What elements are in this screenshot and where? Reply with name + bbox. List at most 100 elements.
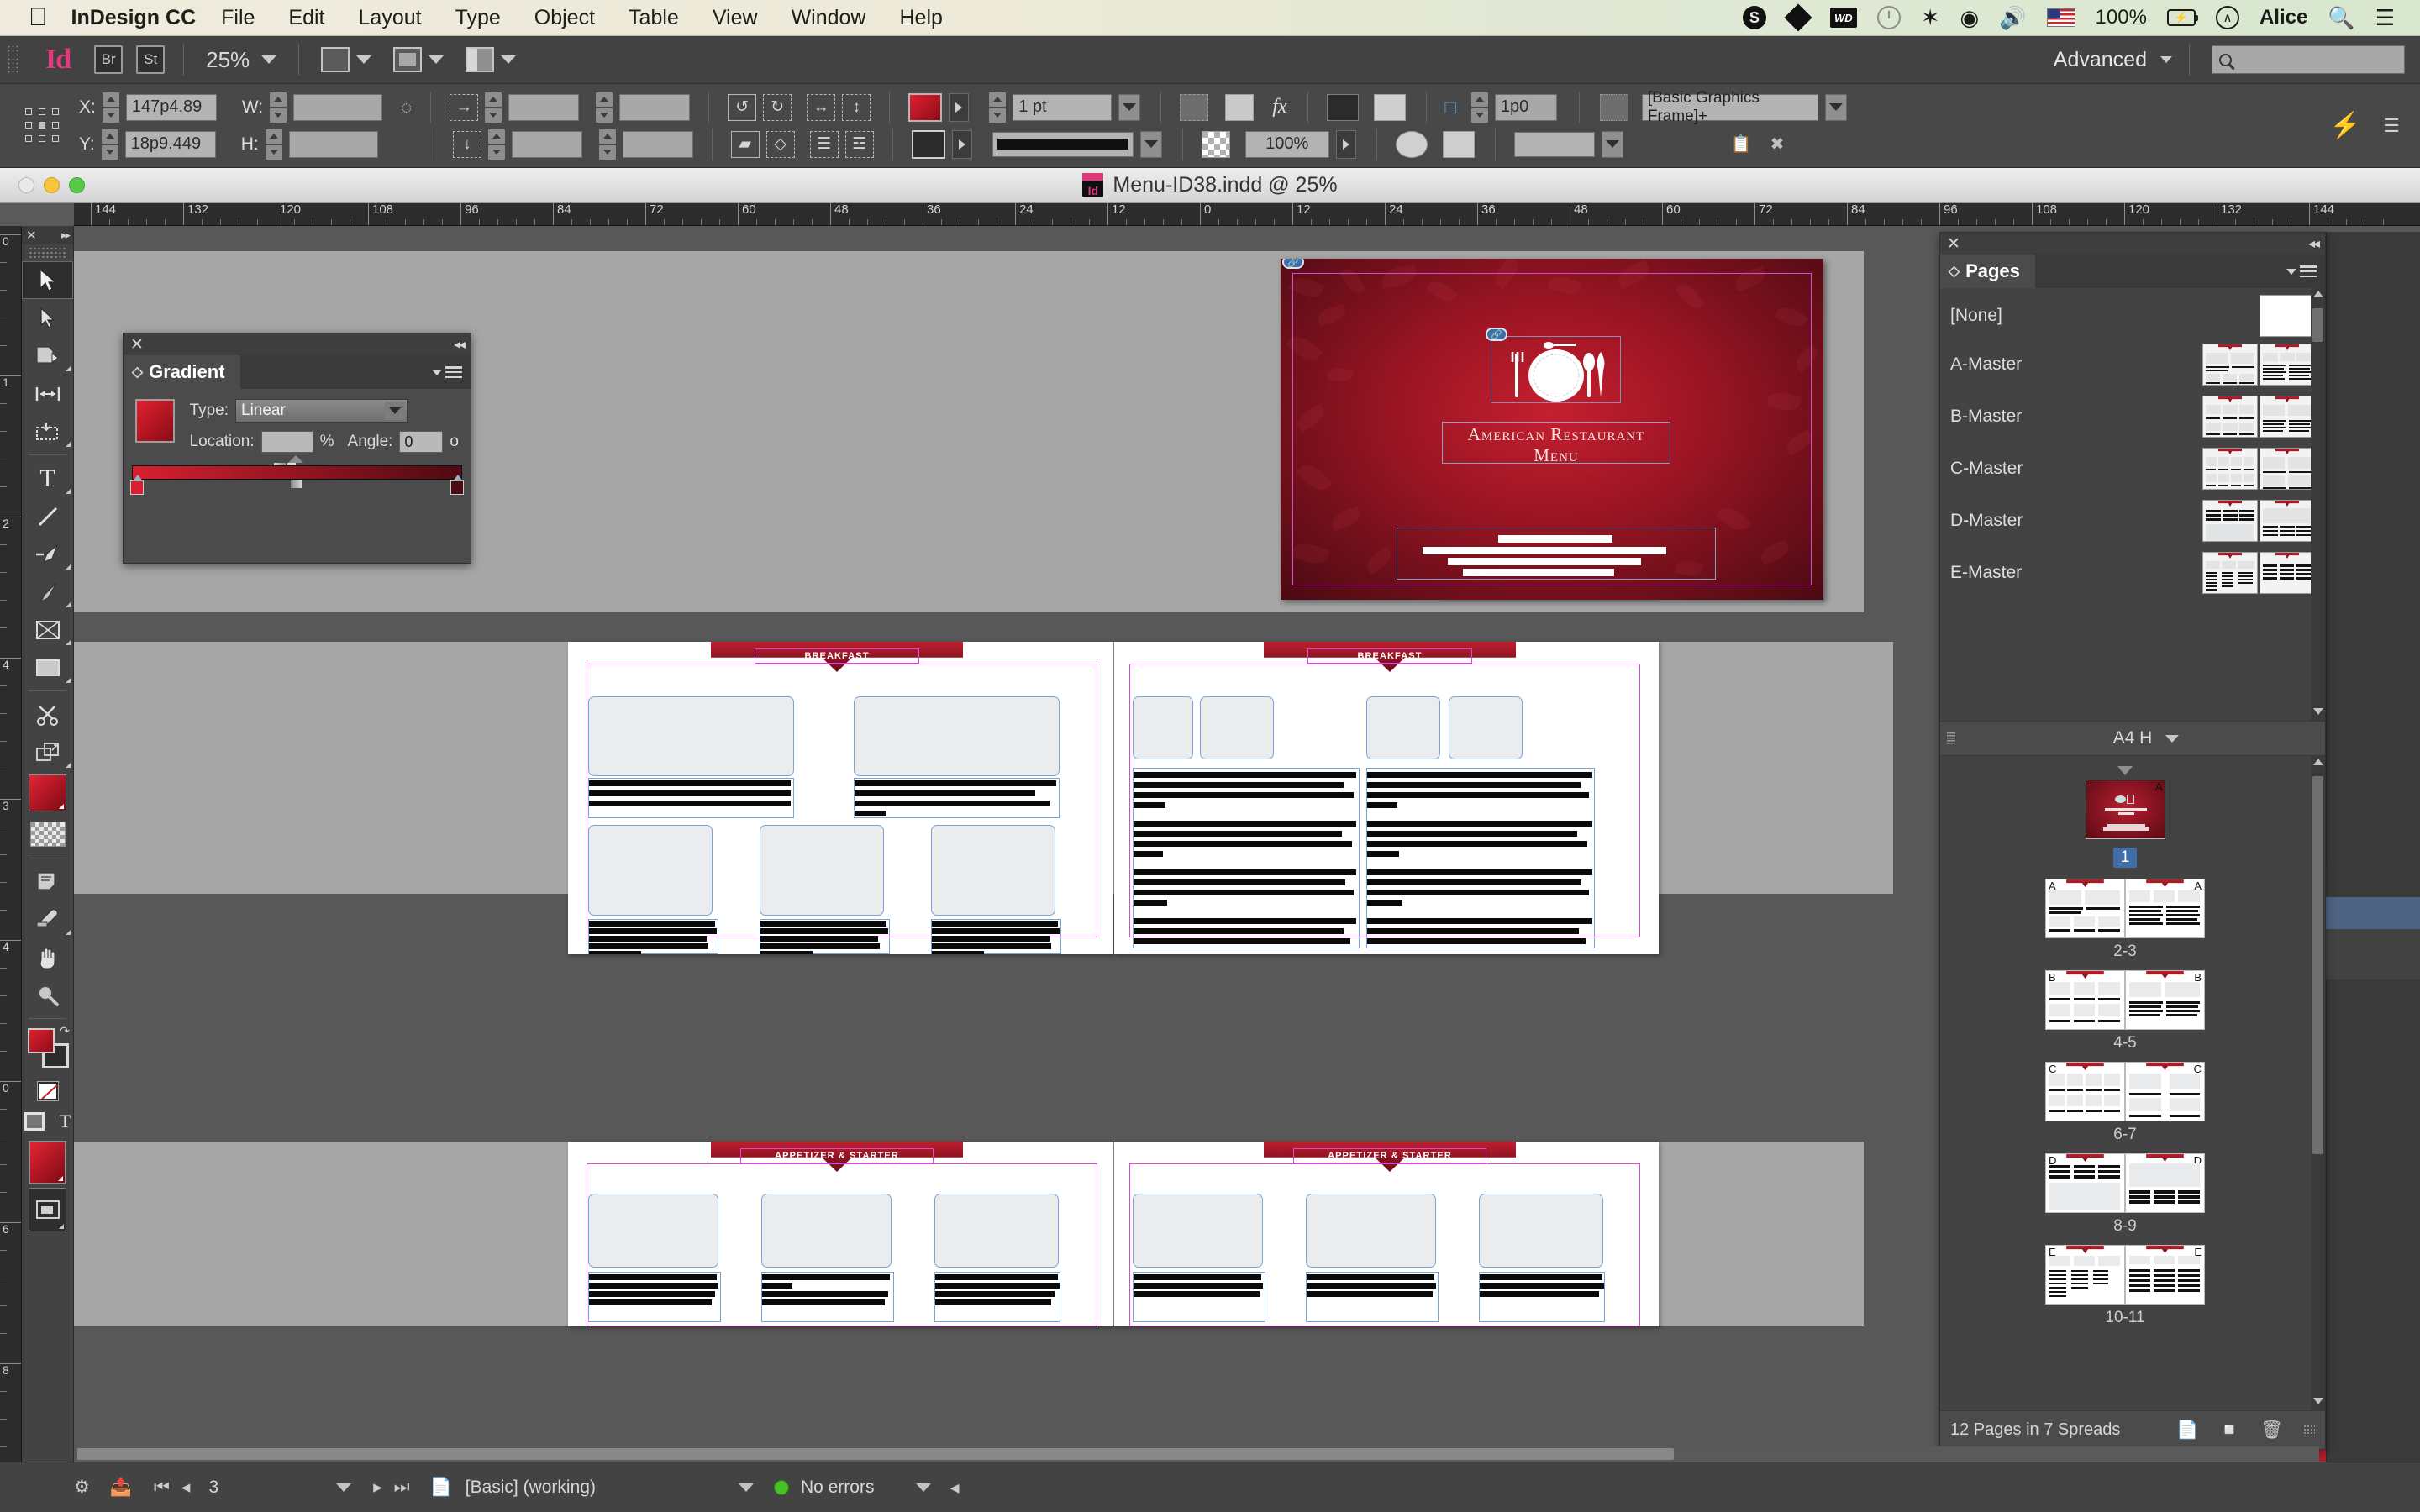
- stroke-type-caret[interactable]: [1139, 130, 1162, 158]
- rectangle-frame-tool[interactable]: [22, 611, 73, 648]
- transparency-icon[interactable]: [1201, 130, 1230, 158]
- search-input[interactable]: [2212, 45, 2405, 74]
- notification-center-icon[interactable]: ☰: [2375, 5, 2395, 31]
- tab-pages[interactable]: ◇ Pages: [1940, 255, 2035, 288]
- stroke-weight-dropdown[interactable]: [1118, 93, 1141, 121]
- h-field[interactable]: [288, 130, 378, 158]
- menu-file[interactable]: File: [221, 6, 255, 30]
- flip-h-button[interactable]: ↔: [807, 93, 836, 121]
- image-frame[interactable]: [588, 825, 713, 916]
- close-icon[interactable]: ✕: [26, 228, 37, 243]
- drop-shadow-icon[interactable]: [1225, 93, 1255, 121]
- x-stepper[interactable]: [102, 92, 119, 123]
- gradient-ramp[interactable]: [130, 465, 464, 495]
- page-thumbnail[interactable]: E: [2125, 1245, 2205, 1305]
- spread-label[interactable]: 2-3: [1940, 942, 2310, 961]
- text-frame[interactable]: [588, 1272, 721, 1322]
- zoom-level-dropdown[interactable]: 25%: [206, 47, 277, 73]
- page-thumbnail[interactable]: A: [2125, 879, 2205, 938]
- cover-title-frame[interactable]: American Restaurant Menu: [1442, 422, 1670, 465]
- text-frame[interactable]: [760, 919, 890, 954]
- fill-color-swatch[interactable]: [908, 92, 943, 122]
- location-input[interactable]: [260, 431, 313, 453]
- input-flag-icon[interactable]: [2046, 8, 2075, 27]
- page-3-breakfast[interactable]: BREAKFAST: [1114, 642, 1659, 954]
- image-frame[interactable]: [760, 825, 884, 916]
- horizontal-scrollbar[interactable]: [76, 1446, 2319, 1462]
- active-app-name[interactable]: InDesign CC: [71, 6, 197, 30]
- master-row-none[interactable]: [None]: [1940, 291, 2325, 340]
- distribute-h-button[interactable]: ☰: [809, 130, 839, 158]
- text-frame[interactable]: [761, 1272, 894, 1322]
- user-name-label[interactable]: Alice: [2260, 6, 2307, 29]
- text-frame[interactable]: [1133, 1272, 1265, 1322]
- text-frame[interactable]: [931, 919, 1061, 954]
- screen-mode-button[interactable]: [393, 47, 445, 72]
- screen-mode-button-tools[interactable]: [29, 1188, 66, 1231]
- cover-footer-frame[interactable]: [1397, 528, 1716, 580]
- distribute-v-button[interactable]: ☲: [844, 130, 874, 158]
- pages-panel[interactable]: ✕ ◂◂ ◇ Pages [None] A-Master B-Master C-…: [1939, 232, 2326, 1450]
- page-size-dropdown[interactable]: A4 H: [1940, 721, 2325, 756]
- scale-x-stepper[interactable]: [487, 129, 505, 160]
- page-2-breakfast[interactable]: BREAKFAST: [568, 642, 1113, 954]
- effects-fx-icon[interactable]: fx: [1272, 96, 1286, 118]
- scrollbar-thumb[interactable]: [77, 1448, 1674, 1460]
- menu-layout[interactable]: Layout: [359, 6, 422, 30]
- page-thumbnail[interactable]: A: [2085, 780, 2165, 839]
- master-row-e[interactable]: E-Master: [1940, 549, 2325, 597]
- gradient-stop-end[interactable]: [450, 475, 464, 495]
- corner-options-icon[interactable]: [1180, 93, 1209, 121]
- page-thumbnail[interactable]: D: [2125, 1153, 2205, 1213]
- preflight-profile-label[interactable]: [Basic] (working): [466, 1478, 596, 1498]
- text-wrap-jump-icon[interactable]: [1442, 130, 1475, 158]
- corner-radius-stepper[interactable]: [1470, 92, 1488, 123]
- y-field[interactable]: 18p9.449: [124, 130, 216, 158]
- image-frame[interactable]: [1306, 1194, 1436, 1268]
- rotation-stepper[interactable]: [485, 92, 502, 123]
- scale-x-field[interactable]: [511, 130, 582, 158]
- spread-item-4-5[interactable]: B B 4-5: [1940, 970, 2310, 1053]
- none-color-button[interactable]: [22, 1077, 73, 1105]
- stock-button[interactable]: St: [136, 45, 166, 74]
- type-tool[interactable]: T: [22, 459, 73, 497]
- text-wrap-shape-icon[interactable]: [1395, 130, 1428, 158]
- spread-label[interactable]: 6-7: [1940, 1126, 2310, 1144]
- link-badge-icon[interactable]: 🔗: [1282, 259, 1304, 269]
- image-frame[interactable]: [1200, 696, 1274, 759]
- spread-item-6-7[interactable]: C C 6-7: [1940, 1062, 2310, 1144]
- vertical-ruler[interactable]: 0 1 2 4 3 4 0 6 8: [0, 226, 22, 1462]
- text-frame[interactable]: [934, 1272, 1060, 1322]
- spread-item-2-3[interactable]: A A 2-3: [1940, 879, 2310, 961]
- w-stepper[interactable]: [270, 92, 287, 123]
- y-stepper[interactable]: [101, 129, 118, 160]
- prev-page-icon[interactable]: ◂: [182, 1477, 191, 1498]
- gradient-feather-tool[interactable]: [22, 815, 73, 853]
- text-frame[interactable]: [588, 778, 794, 818]
- h-stepper[interactable]: [265, 129, 282, 160]
- wifi-icon[interactable]: ◉: [1960, 5, 1979, 31]
- menu-table[interactable]: Table: [629, 6, 679, 30]
- resize-grip-icon[interactable]: [2303, 1424, 2315, 1436]
- fill-stroke-swatches[interactable]: ↷: [22, 1023, 73, 1077]
- formatting-affects-row[interactable]: T: [22, 1105, 73, 1137]
- current-page-number[interactable]: 3: [208, 1478, 218, 1498]
- rotation-field[interactable]: [508, 93, 580, 121]
- clear-overrides-icon[interactable]: 📋: [1731, 134, 1752, 155]
- selection-tool[interactable]: [22, 261, 73, 299]
- bridge-button[interactable]: Br: [94, 45, 124, 74]
- skype-icon[interactable]: S: [1742, 6, 1766, 29]
- gap-tool[interactable]: [22, 375, 73, 412]
- link-badge-icon[interactable]: 🔗: [1486, 328, 1507, 341]
- menu-object[interactable]: Object: [534, 6, 595, 30]
- scroll-down-icon[interactable]: [2313, 1398, 2323, 1404]
- preflight-dropdown-icon[interactable]: [738, 1483, 754, 1492]
- opacity-field[interactable]: 100%: [1244, 130, 1329, 158]
- fill-color-dropdown[interactable]: [949, 92, 970, 122]
- scroll-up-icon[interactable]: [2312, 759, 2323, 765]
- bluetooth-icon[interactable]: ✶: [1921, 5, 1940, 31]
- scale-y-stepper[interactable]: [598, 129, 616, 160]
- battery-icon[interactable]: ⚡: [2166, 9, 2198, 26]
- page-thumbnail[interactable]: C: [2125, 1062, 2205, 1121]
- spreads-scrollbar[interactable]: [2311, 756, 2325, 1410]
